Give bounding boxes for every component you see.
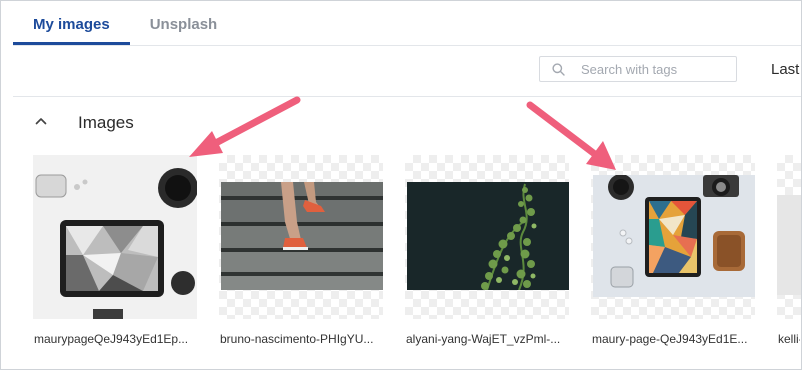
search-input[interactable] xyxy=(579,60,723,78)
image-tile[interactable] xyxy=(405,155,569,319)
image-tile[interactable] xyxy=(591,155,755,319)
image-caption: maury-page-QeJ943yEd1E... xyxy=(592,332,748,346)
toolbar-divider xyxy=(13,96,801,97)
image-thumbnail xyxy=(777,195,801,295)
chevron-up-icon[interactable] xyxy=(33,113,49,129)
image-caption: maurypageQeJ943yEd1Ep... xyxy=(34,332,189,346)
tag-search[interactable] xyxy=(539,56,737,82)
image-caption: alyani-yang-WajET_vzPml-... xyxy=(406,332,561,346)
image-tile[interactable] xyxy=(33,155,197,319)
section-title: Images xyxy=(78,113,134,132)
search-icon xyxy=(552,62,565,76)
image-caption: bruno-nascimento-PHIgYU... xyxy=(220,332,374,346)
app-frame: My images Unsplash Last Images xyxy=(0,0,802,370)
tabs-divider xyxy=(13,45,801,46)
tab-my-images[interactable]: My images xyxy=(13,1,130,45)
tab-bar: My images Unsplash xyxy=(13,1,237,45)
image-tile[interactable] xyxy=(219,155,383,319)
sort-dropdown[interactable]: Last xyxy=(771,61,799,78)
image-thumbnail xyxy=(407,182,569,290)
image-thumbnail xyxy=(593,175,755,297)
image-thumbnail xyxy=(33,155,197,319)
image-thumbnail xyxy=(221,182,383,290)
image-tile[interactable] xyxy=(777,155,801,319)
tab-unsplash[interactable]: Unsplash xyxy=(130,1,238,45)
image-caption: kelli- xyxy=(778,332,800,346)
